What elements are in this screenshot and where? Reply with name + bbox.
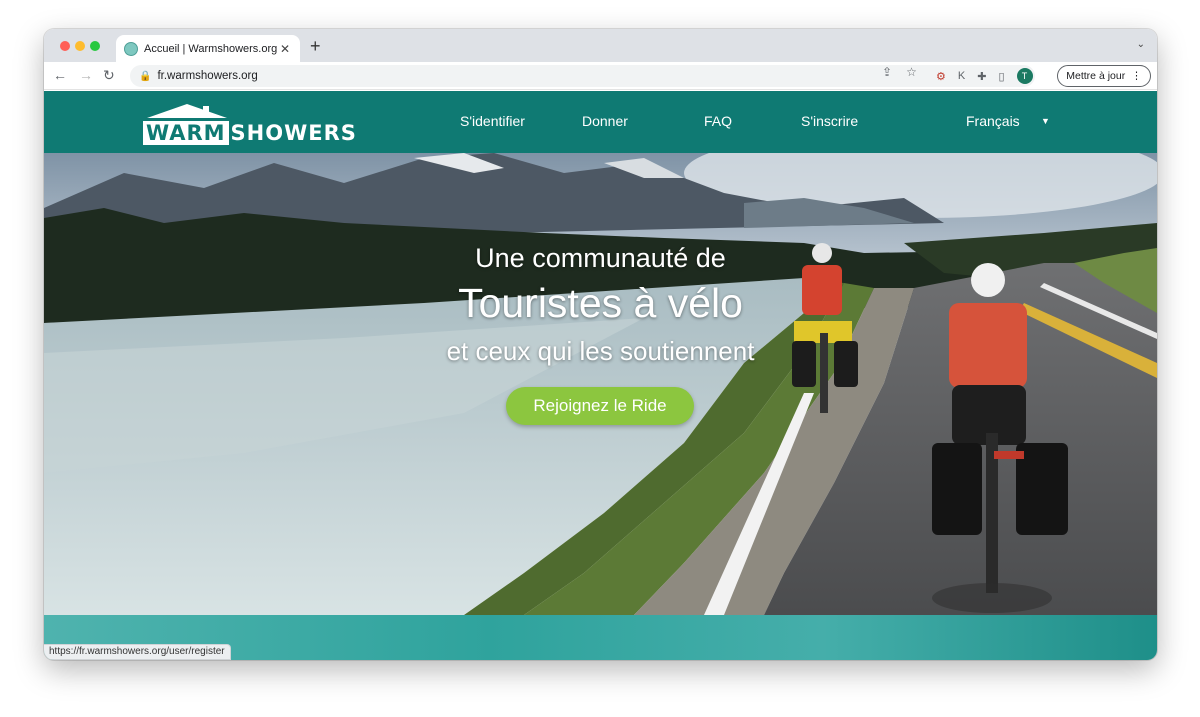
warmshowers-logo[interactable]: WARM SHOWERS: [143, 104, 363, 146]
more-menu-icon: ⋮: [1131, 70, 1142, 82]
share-icon[interactable]: ⇪: [882, 65, 892, 79]
hero-subtitle-bottom: et ceux qui les soutiennent: [446, 336, 755, 366]
minimize-window-button[interactable]: [75, 41, 85, 51]
logo-warm-text: WARM: [143, 121, 229, 145]
tab-search-chevron-icon[interactable]: ⌄: [1137, 39, 1145, 50]
hero-copy: Une communauté de Touristes à vélo et ce…: [44, 153, 1157, 615]
browser-toolbar: ← → ↻ 🔒 fr.warmshowers.org ⇪ ☆ ⚙ K ✚ ▯ T…: [44, 62, 1157, 90]
address-bar-actions: ⇪ ☆: [882, 65, 917, 79]
new-tab-button[interactable]: +: [310, 37, 321, 55]
caret-down-icon[interactable]: ▼: [1041, 116, 1050, 126]
tab-strip: Accueil | Warmshowers.org ✕ + ⌄: [44, 29, 1157, 62]
update-button[interactable]: Mettre à jour ⋮: [1057, 65, 1151, 87]
nav-register-link[interactable]: S'inscrire: [801, 113, 858, 129]
bookmark-star-icon[interactable]: ☆: [906, 65, 917, 79]
profile-avatar[interactable]: T: [1016, 68, 1033, 84]
browser-tab[interactable]: Accueil | Warmshowers.org ✕: [116, 35, 300, 62]
lock-icon[interactable]: 🔒: [139, 71, 151, 82]
reload-button[interactable]: ↻: [103, 67, 115, 83]
roof-icon: [147, 104, 227, 118]
tab-close-icon[interactable]: ✕: [278, 42, 292, 56]
browser-window: Accueil | Warmshowers.org ✕ + ⌄ ← → ↻ 🔒 …: [44, 29, 1157, 660]
logo-showers-text: SHOWERS: [230, 121, 357, 145]
nav-donate-link[interactable]: Donner: [582, 113, 628, 129]
language-selector[interactable]: Français: [966, 113, 1020, 129]
puzzle-icon[interactable]: ✚: [977, 70, 986, 83]
forward-button[interactable]: →: [79, 67, 93, 83]
status-bar-url: https://fr.warmshowers.org/user/register: [44, 644, 231, 660]
nav-login-link[interactable]: S'identifier: [460, 113, 525, 129]
nav-faq-link[interactable]: FAQ: [704, 113, 732, 129]
hero-section: Une communauté de Touristes à vélo et ce…: [44, 153, 1157, 615]
hero-title: Touristes à vélo: [458, 280, 743, 326]
extension-icon[interactable]: ⚙: [936, 70, 946, 83]
join-ride-button[interactable]: Rejoignez le Ride: [506, 387, 694, 425]
extension-k-icon[interactable]: K: [958, 70, 965, 82]
url-text[interactable]: fr.warmshowers.org: [157, 70, 257, 82]
site-favicon-icon: [124, 41, 138, 56]
back-button[interactable]: ←: [53, 67, 67, 83]
hero-subtitle-top: Une communauté de: [475, 243, 726, 273]
web-page: WARM SHOWERS S'identifier Donner FAQ S'i…: [44, 91, 1157, 660]
extensions-area: ⚙ K ✚ ▯ T: [936, 68, 1033, 84]
site-header: WARM SHOWERS S'identifier Donner FAQ S'i…: [44, 91, 1157, 153]
close-window-button[interactable]: [60, 41, 70, 51]
update-button-label: Mettre à jour: [1066, 70, 1126, 82]
side-panel-icon[interactable]: ▯: [998, 70, 1004, 83]
logo-wordmark: WARM SHOWERS: [143, 120, 357, 146]
tab-title: Accueil | Warmshowers.org: [144, 42, 278, 55]
maximize-window-button[interactable]: [90, 41, 100, 51]
